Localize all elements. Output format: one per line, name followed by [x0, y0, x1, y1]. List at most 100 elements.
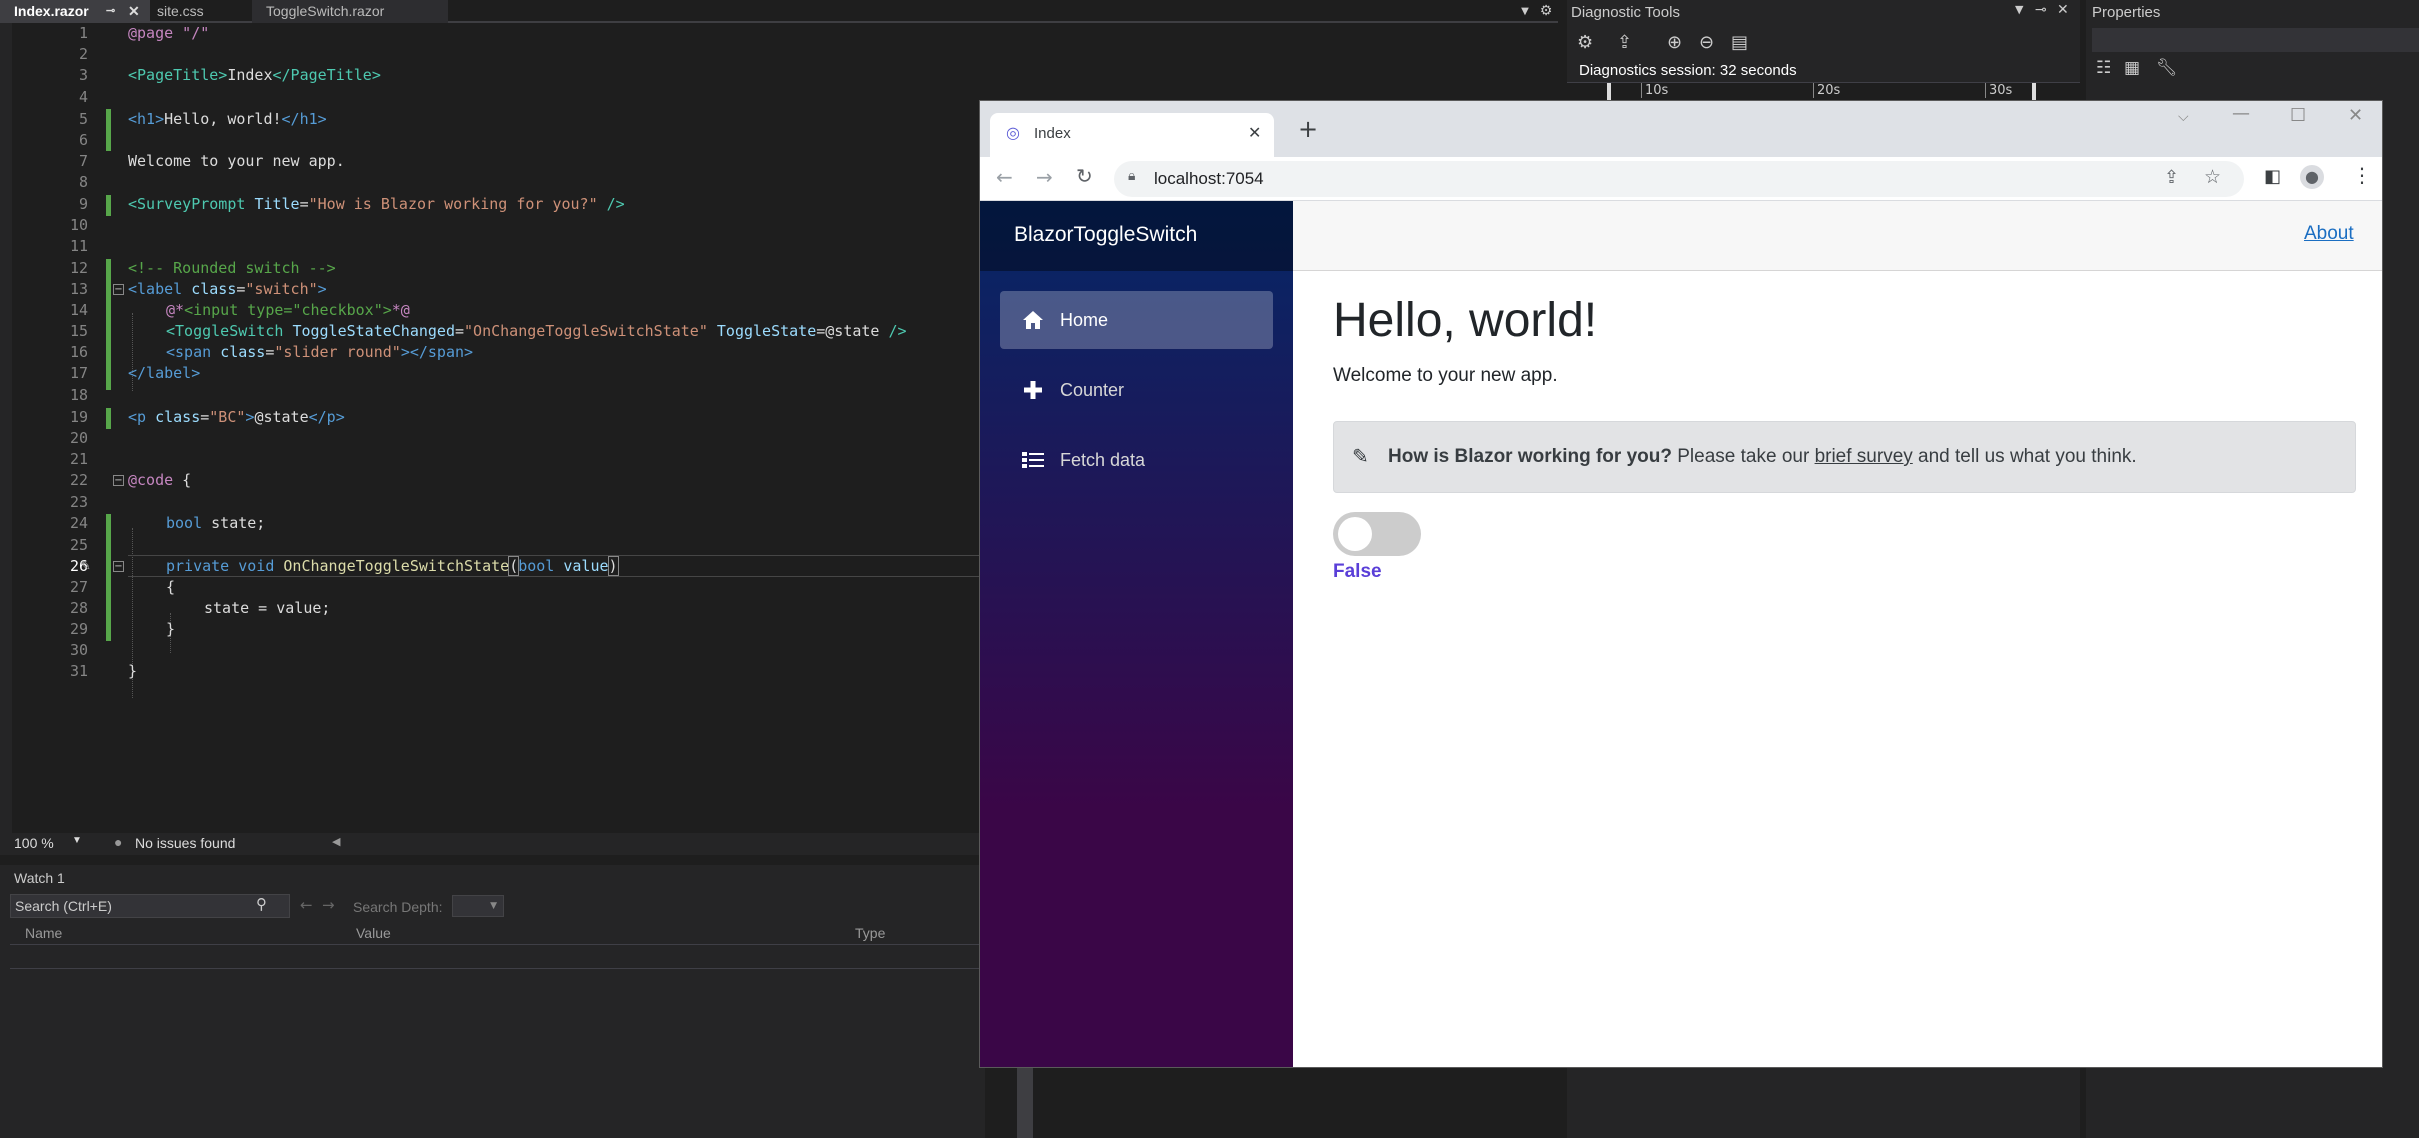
fold-collapse-icon[interactable]: −: [113, 561, 124, 572]
timeline-ruler[interactable]: 10s 20s 30s: [1567, 82, 2080, 101]
timeline-end-handle[interactable]: [2032, 83, 2036, 101]
line-number: 6: [78, 131, 88, 149]
categorized-icon[interactable]: ☷: [2096, 58, 2111, 78]
line-number: 14: [69, 301, 88, 319]
toggle-state-text: False: [1333, 561, 1382, 582]
survey-post: and tell us what you think.: [1918, 446, 2137, 467]
reset-view-icon[interactable]: ▤: [1731, 32, 1748, 53]
browser-tab[interactable]: ◎ Index ✕: [990, 113, 1274, 157]
code-line-19: <p class="BC">@state</p>: [128, 408, 345, 426]
app-content: Hello, world! Welcome to your new app. ✎…: [1293, 271, 2382, 1067]
line-number: 12: [69, 259, 88, 277]
back-icon[interactable]: ←: [996, 165, 1013, 189]
reload-icon[interactable]: ↻: [1076, 164, 1093, 188]
toggle-switch[interactable]: [1333, 512, 1421, 556]
dropdown-icon[interactable]: ▼: [2015, 3, 2023, 16]
side-panel-icon[interactable]: ◧: [2264, 166, 2281, 187]
tab-toggleswitch-razor[interactable]: ToggleSwitch.razor: [252, 0, 448, 23]
tick-label: 20s: [1813, 83, 1840, 98]
gear-icon[interactable]: ⚙: [1536, 0, 1556, 23]
object-selector[interactable]: [2092, 28, 2419, 52]
lock-icon[interactable]: 🔒︎: [1128, 168, 1135, 184]
survey-title: How is Blazor working for you?: [1388, 446, 1672, 467]
column-type[interactable]: Type: [855, 925, 885, 941]
line-number: 31: [69, 662, 88, 680]
watch-column-headers: Name Value Type: [10, 925, 985, 945]
code-line-9: <SurveyPrompt Title="How is Blazor worki…: [128, 195, 625, 213]
fold-collapse-icon[interactable]: −: [113, 475, 124, 486]
code-line-3: <PageTitle>Index</PageTitle>: [128, 66, 381, 84]
tab-index-razor[interactable]: Index.razor ⊸ ✕: [0, 0, 150, 23]
nav-counter[interactable]: Counter: [1000, 361, 1273, 419]
search-icon[interactable]: ⚲: [256, 895, 267, 913]
watch-title: Watch 1: [14, 870, 65, 886]
editor-status-bar: 100 % ▼ ● No issues found ◀: [0, 833, 980, 855]
timeline-start-handle[interactable]: [1607, 83, 1611, 101]
close-tab-icon[interactable]: ✕: [1248, 123, 1261, 142]
code-line-7: Welcome to your new app.: [128, 152, 345, 170]
nav-fetch-data[interactable]: Fetch data: [1000, 431, 1273, 489]
minimize-icon[interactable]: —: [2232, 103, 2250, 124]
forward-icon[interactable]: →: [1036, 165, 1053, 189]
tab-dropdown-icon[interactable]: ▼: [1516, 0, 1534, 23]
url-text[interactable]: localhost:7054: [1154, 169, 1264, 189]
wrench-icon[interactable]: 🔧︎: [2156, 58, 2178, 78]
search-depth-select[interactable]: ▼: [452, 895, 504, 917]
pin-icon[interactable]: ⊸: [2035, 2, 2047, 18]
export-icon[interactable]: ⇪: [1617, 32, 1632, 53]
zoom-out-icon[interactable]: ⊖: [1699, 32, 1714, 53]
tab-label: ToggleSwitch.razor: [266, 3, 385, 19]
code-line-31: }: [128, 662, 138, 680]
tab-search-icon[interactable]: ⌵: [2178, 109, 2189, 125]
zoom-level[interactable]: 100 %: [14, 835, 54, 851]
maximize-icon[interactable]: ☐: [2290, 105, 2306, 126]
pin-icon[interactable]: ⊸: [106, 0, 115, 23]
kebab-menu-icon[interactable]: ⋮: [2352, 163, 2372, 187]
panel-title: Properties: [2092, 4, 2161, 21]
watch-empty-row[interactable]: [10, 947, 985, 969]
survey-text: How is Blazor working for you? Please ta…: [1388, 446, 2137, 468]
profile-avatar-icon[interactable]: ●: [2300, 165, 2324, 189]
fold-collapse-icon[interactable]: −: [113, 284, 124, 295]
about-link[interactable]: About: [2304, 223, 2354, 245]
browser-tab-title: Index: [1034, 125, 1071, 142]
line-number: 18: [69, 386, 88, 404]
app-brand[interactable]: BlazorToggleSwitch: [1014, 223, 1197, 247]
alphabetical-icon[interactable]: ▦: [2124, 58, 2140, 78]
code-line-5: <h1>Hello, world!</h1>: [128, 110, 327, 128]
gear-icon[interactable]: ⚙: [1577, 32, 1593, 53]
tab-site-css[interactable]: site.css: [143, 0, 253, 23]
close-icon[interactable]: ✕: [2057, 2, 2069, 18]
back-arrow-icon[interactable]: ←: [300, 896, 313, 914]
watch-search-input[interactable]: Search (Ctrl+E): [10, 894, 290, 918]
code-line-29: }: [166, 620, 176, 638]
forward-arrow-icon[interactable]: →: [322, 896, 335, 914]
issues-status[interactable]: No issues found: [135, 835, 235, 851]
line-number: 23: [69, 493, 88, 511]
scroll-left-icon[interactable]: ◀: [332, 835, 340, 848]
bookmark-star-icon[interactable]: ☆: [2204, 166, 2221, 188]
nav-home[interactable]: Home: [1000, 291, 1273, 349]
column-value[interactable]: Value: [356, 925, 391, 941]
code-editor[interactable]: @page "/" <PageTitle>Index</PageTitle> <…: [128, 23, 1028, 698]
address-bar[interactable]: 🔒︎ localhost:7054 ⇪ ☆: [1114, 161, 2244, 197]
zoom-dropdown-icon[interactable]: ▼: [72, 835, 82, 846]
scrollbar[interactable]: [1017, 1068, 1033, 1138]
line-number: 1: [78, 24, 88, 42]
code-line-17: </label>: [128, 364, 201, 382]
welcome-text: Welcome to your new app.: [1333, 365, 1558, 386]
zoom-in-icon[interactable]: ⊕: [1667, 32, 1682, 53]
page-heading: Hello, world!: [1333, 294, 1598, 347]
share-icon[interactable]: ⇪: [2164, 167, 2179, 188]
new-tab-icon[interactable]: +: [1298, 115, 1318, 143]
close-window-icon[interactable]: ✕: [2348, 105, 2363, 126]
app-sidebar: BlazorToggleSwitch Home Counter Fetch da…: [980, 201, 1293, 1067]
line-number: 2: [78, 45, 88, 63]
column-name[interactable]: Name: [25, 925, 62, 941]
brief-survey-link[interactable]: brief survey: [1815, 446, 1913, 467]
line-numbers: 1 2 3 4 5 6 7 8 9 10 11 12 13 14 15 16 17 18 19 20 21 22 23 24 2…: [12, 23, 102, 680]
code-line-1: @page "/": [128, 24, 210, 42]
close-icon[interactable]: ✕: [128, 0, 140, 23]
editor-left-margin: [0, 23, 12, 855]
nav-label: Fetch data: [1060, 450, 1146, 470]
